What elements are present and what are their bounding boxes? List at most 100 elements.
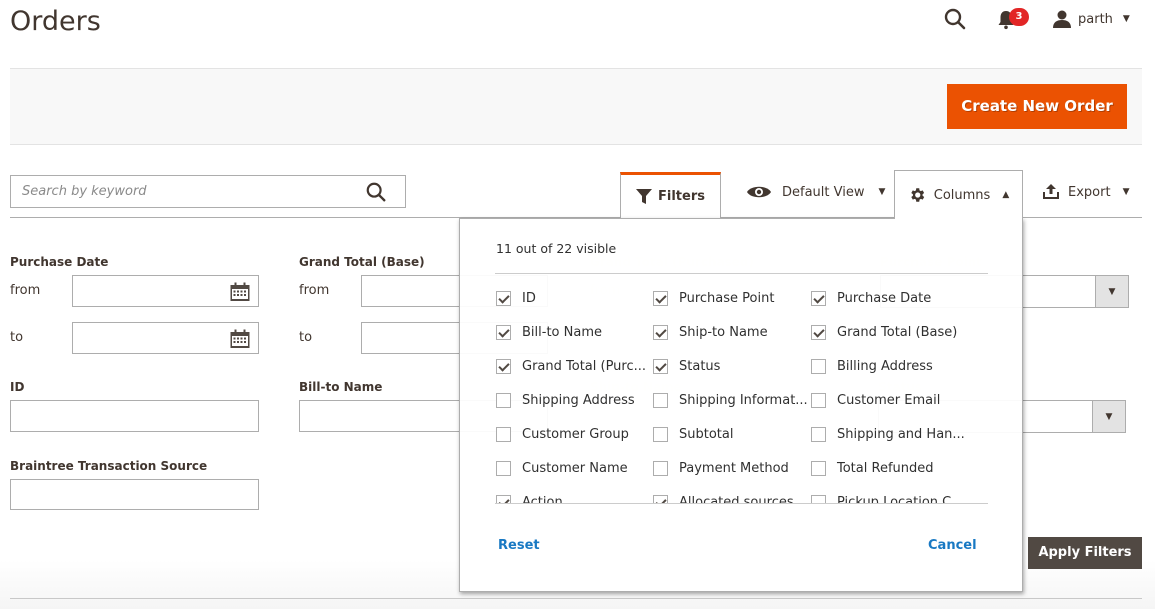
checkbox-checked[interactable] [496, 358, 511, 374]
checkbox-unchecked[interactable] [496, 426, 511, 442]
global-search-button[interactable] [943, 7, 967, 31]
export-icon [1043, 184, 1059, 199]
panel-divider [495, 503, 988, 504]
column-option[interactable]: Payment Method [653, 458, 789, 478]
columns-checkbox-list[interactable]: ID Purchase Point Purchase Date Bill-to Nam… [496, 281, 996, 503]
column-option[interactable]: Purchase Point [653, 288, 774, 308]
checkbox-unchecked[interactable] [811, 358, 826, 374]
column-option-label: Purchase Date [837, 290, 932, 306]
column-option-label: Subtotal [679, 426, 734, 442]
column-option[interactable]: Shipping Informat... [653, 390, 808, 410]
eye-icon [747, 186, 771, 198]
checkbox-checked[interactable] [653, 358, 668, 374]
column-option[interactable]: Allocated sources [653, 492, 794, 503]
column-option-label: ID [522, 290, 536, 306]
column-option[interactable]: Shipping and Han... [811, 424, 965, 444]
notification-count-badge: 3 [1009, 8, 1029, 26]
checkbox-unchecked[interactable] [811, 460, 826, 476]
column-option-label: Action [522, 494, 563, 504]
chevron-up-icon: ▲ [1002, 190, 1010, 200]
column-option[interactable]: Total Refunded [811, 458, 934, 478]
column-option[interactable]: Status [653, 356, 720, 376]
column-option[interactable]: Bill-to Name [496, 322, 602, 342]
user-account-menu[interactable]: parth ▼ [1052, 8, 1130, 30]
column-option[interactable]: Subtotal [653, 424, 733, 444]
column-option-label: Shipping Address [522, 392, 635, 408]
column-option[interactable]: Ship-to Name [653, 322, 768, 342]
calendar-icon[interactable] [230, 282, 250, 301]
checkbox-checked[interactable] [653, 494, 668, 503]
column-option[interactable]: Purchase Date [811, 288, 931, 308]
id-filter-label: ID [10, 380, 25, 394]
visible-columns-count: 11 out of 22 visible [496, 241, 617, 256]
keyword-search-button[interactable] [365, 181, 387, 203]
column-option[interactable]: Billing Address [811, 356, 933, 376]
chevron-down-icon: ▼ [1122, 187, 1130, 197]
bill-to-name-label: Bill-to Name [299, 380, 383, 394]
chevron-down-icon: ▼ [878, 187, 886, 197]
id-filter-input[interactable] [10, 400, 259, 432]
column-option-label: Pickup Location C... [837, 494, 964, 504]
purchase-date-from-label: from [10, 283, 41, 298]
apply-filters-button[interactable]: Apply Filters [1028, 537, 1142, 569]
purchase-date-to-label: to [10, 330, 24, 345]
braintree-source-input[interactable] [10, 479, 259, 510]
chevron-down-icon[interactable]: ▼ [1095, 276, 1128, 307]
columns-cancel-button[interactable]: Cancel [928, 538, 977, 553]
column-option[interactable]: Pickup Location C... [811, 492, 964, 503]
column-option-label: Customer Email [837, 392, 941, 408]
column-option-label: Customer Name [522, 460, 628, 476]
columns-dropdown: 11 out of 22 visible ID Purchase Point Pur… [459, 218, 1023, 592]
checkbox-unchecked[interactable] [653, 460, 668, 476]
grand-total-base-to-label: to [299, 330, 313, 345]
grand-total-base-label: Grand Total (Base) [299, 255, 425, 269]
keyword-search-input[interactable] [11, 176, 351, 207]
checkbox-unchecked[interactable] [496, 392, 511, 408]
column-option[interactable]: Customer Group [496, 424, 629, 444]
purchase-date-to-input[interactable] [72, 322, 259, 354]
checkbox-unchecked[interactable] [653, 426, 668, 442]
checkbox-unchecked[interactable] [811, 426, 826, 442]
column-option[interactable]: Grand Total (Base) [811, 322, 957, 342]
filters-label: Filters [658, 189, 705, 204]
columns-button[interactable]: Columns ▲ [894, 170, 1023, 219]
column-option-label: Grand Total (Base) [837, 324, 958, 340]
column-option[interactable]: Customer Email [811, 390, 940, 410]
checkbox-checked[interactable] [653, 324, 668, 340]
export-button[interactable]: Export ▼ [1042, 180, 1129, 204]
column-option-label: Allocated sources [679, 494, 794, 504]
checkbox-unchecked[interactable] [811, 392, 826, 408]
column-option[interactable]: Action [496, 492, 563, 503]
create-new-order-button[interactable]: Create New Order [947, 84, 1127, 129]
columns-reset-button[interactable]: Reset [498, 538, 540, 553]
purchase-date-from-input[interactable] [72, 275, 259, 307]
chevron-down-icon: ▼ [1122, 14, 1130, 24]
column-option-label: Ship-to Name [679, 324, 768, 340]
column-option-label: Status [679, 358, 721, 374]
checkbox-checked[interactable] [653, 290, 668, 306]
checkbox-checked[interactable] [496, 290, 511, 306]
columns-label: Columns [933, 187, 991, 203]
column-option-label: Shipping Informat... [679, 392, 808, 408]
export-label: Export [1068, 184, 1111, 200]
page-title: Orders [10, 6, 101, 37]
checkbox-unchecked[interactable] [653, 392, 668, 408]
chevron-down-icon[interactable]: ▼ [1092, 401, 1125, 432]
column-option[interactable]: ID [496, 288, 536, 308]
checkbox-checked[interactable] [496, 324, 511, 340]
checkbox-checked[interactable] [811, 324, 826, 340]
checkbox-unchecked[interactable] [496, 460, 511, 476]
view-label: Default View [782, 184, 865, 200]
filters-button[interactable]: Filters [620, 172, 721, 218]
calendar-icon[interactable] [230, 329, 250, 348]
column-option-label: Total Refunded [837, 460, 934, 476]
column-option[interactable]: Customer Name [496, 458, 628, 478]
column-option[interactable]: Grand Total (Purc... [496, 356, 646, 376]
view-selector[interactable]: Default View ▼ [746, 180, 885, 204]
checkbox-unchecked[interactable] [811, 494, 826, 503]
filters-bottom-divider [10, 598, 1142, 599]
checkbox-checked[interactable] [811, 290, 826, 306]
column-option[interactable]: Shipping Address [496, 390, 635, 410]
checkbox-checked[interactable] [496, 494, 511, 503]
panel-divider [495, 273, 988, 274]
